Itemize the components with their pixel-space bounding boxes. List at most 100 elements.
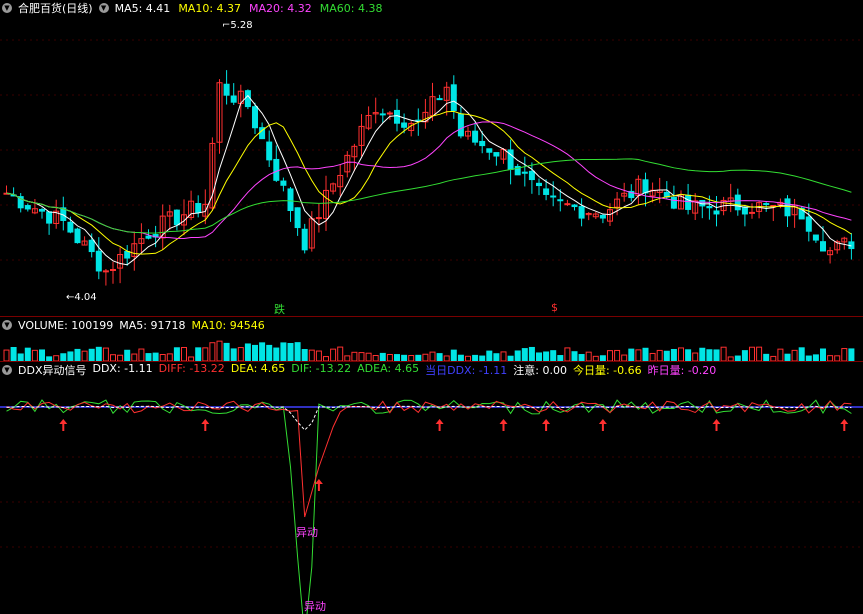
volume-bar <box>429 351 436 361</box>
volume-bar <box>308 349 315 361</box>
volume-bar <box>692 352 699 361</box>
volume-bar <box>287 342 294 361</box>
candle-body <box>110 268 116 271</box>
ddx-label-6: 当日DDX: -1.11 <box>425 364 508 377</box>
candlestick-chart[interactable] <box>0 0 863 316</box>
signal-arrow <box>840 419 849 431</box>
volume-bar <box>791 349 798 361</box>
ma-label-3: MA60: 4.38 <box>319 1 383 15</box>
volume-bar <box>81 350 88 361</box>
volume-bar <box>628 348 635 361</box>
high-price-label: ⌐5.28 <box>222 20 253 31</box>
signal-arrow <box>542 419 551 431</box>
volume-bar <box>124 349 131 361</box>
ddx-label-0: DDX异动信号 <box>18 364 87 377</box>
volume-label-1: MA5: 91718 <box>119 318 186 332</box>
chevron-down-icon[interactable]: ▼ <box>2 365 12 375</box>
volume-bar <box>102 347 109 361</box>
ddx-label-1: DDX: -1.11 <box>92 362 153 375</box>
ma20-line <box>6 121 852 240</box>
candle-body <box>46 211 53 224</box>
volume-bar <box>39 349 45 361</box>
candle-body <box>472 130 479 143</box>
ma-legend: MA5: 4.41 MA10: 4.37 MA20: 4.32 MA60: 4.38 <box>115 2 383 15</box>
volume-bar <box>145 353 152 361</box>
volume-bar <box>756 346 763 361</box>
volume-bar <box>209 342 216 361</box>
ddx-header: ▼ DDX异动信号 DDX: -1.11 DIFF: -13.22 DEA: 4.65… <box>0 362 716 378</box>
candle-body <box>578 206 585 219</box>
volume-bar <box>749 346 755 361</box>
volume-bar <box>216 340 223 361</box>
ddx-label-2: DIFF: -13.22 <box>158 362 225 375</box>
volume-bar <box>365 352 372 361</box>
candle-body <box>230 95 237 103</box>
volume-bar <box>230 348 237 361</box>
candle-body <box>457 113 464 137</box>
chevron-down-icon[interactable]: ▼ <box>2 3 12 13</box>
candle-body <box>273 158 280 181</box>
volume-bar <box>436 353 443 361</box>
candle-body <box>763 203 770 206</box>
volume-bar <box>493 353 500 361</box>
candle-body <box>173 209 180 226</box>
volume-bar <box>252 344 258 361</box>
ddx-label-5: ADEA: 4.65 <box>357 362 420 375</box>
signal-arrow <box>59 419 68 431</box>
volume-bar <box>635 349 642 361</box>
volume-bar <box>706 349 713 361</box>
volume-header: ▼ VOLUME: 100199 MA5: 91718 MA10: 94546 <box>0 317 265 333</box>
candle-body <box>102 270 109 273</box>
candle-body <box>784 198 791 217</box>
volume-bar <box>678 347 684 361</box>
candle-body <box>805 216 812 232</box>
candle-body <box>124 251 131 259</box>
dif-line <box>6 399 852 614</box>
candle-body <box>741 207 748 215</box>
volume-bar <box>798 347 805 361</box>
ma-label-0: MA5: 4.41 <box>114 1 171 15</box>
volume-bar <box>330 348 337 361</box>
volume-bar <box>550 350 557 361</box>
candle-body <box>145 235 152 239</box>
candle-body <box>571 204 578 208</box>
ddx-legend: DDX异动信号 DDX: -1.11 DIFF: -13.22 DEA: 4.65 DI… <box>18 362 716 378</box>
volume-bar <box>337 346 344 361</box>
volume-bar <box>74 348 81 361</box>
candle-body <box>244 90 251 108</box>
volume-bar <box>543 351 550 361</box>
volume-chart-panel[interactable]: ▼ VOLUME: 100199 MA5: 91718 MA10: 94546 <box>0 317 863 361</box>
volume-bar <box>379 352 386 361</box>
price-chart-panel[interactable]: ▼ 合肥百货(日线) ▼ MA5: 4.41 MA10: 4.37 MA20: 4.… <box>0 0 863 316</box>
volume-bar <box>315 350 322 361</box>
chevron-down-icon[interactable]: ▼ <box>98 3 109 13</box>
volume-bar <box>280 342 287 361</box>
volume-bar <box>422 353 429 361</box>
ddx-label-9: 昨日量: -0.20 <box>647 364 717 377</box>
volume-bar <box>173 347 180 361</box>
candle-body <box>713 210 720 215</box>
volume-bar <box>266 344 273 361</box>
candle-body <box>521 171 528 174</box>
chevron-down-icon[interactable]: ▼ <box>2 320 12 330</box>
volume-bar <box>31 349 38 361</box>
candle-body <box>550 195 557 198</box>
candle-body <box>528 170 535 181</box>
volume-bar <box>585 351 592 361</box>
volume-bar <box>656 349 663 361</box>
volume-bar <box>564 347 571 361</box>
signal-arrow <box>314 479 323 491</box>
signal-arrow <box>435 419 444 431</box>
volume-bar <box>166 353 173 361</box>
volume-bar <box>571 351 578 361</box>
ddx-indicator-panel[interactable]: ▼ DDX异动信号 DDX: -1.11 DIFF: -13.22 DEA: 4.65… <box>0 362 863 614</box>
volume-bar <box>763 353 770 361</box>
candle-body <box>252 106 258 129</box>
volume-bar <box>24 347 31 361</box>
volume-bar <box>10 347 17 361</box>
volume-bar <box>131 353 138 361</box>
candle-body <box>599 214 606 219</box>
ma-label-2: MA20: 4.32 <box>249 1 312 15</box>
volume-bar <box>202 347 209 361</box>
volume-bar <box>777 348 784 361</box>
